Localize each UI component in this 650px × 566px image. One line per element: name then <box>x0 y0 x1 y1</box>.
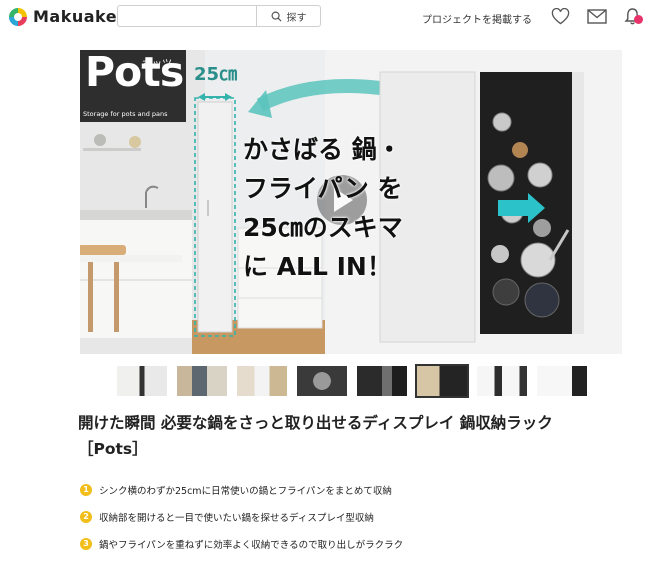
width-unit: ㎝ <box>219 64 238 85</box>
width-label: 25㎝ <box>194 60 237 86</box>
search-button-label: 探す <box>286 12 307 24</box>
thumbnail-4[interactable] <box>297 366 347 396</box>
pots-logo-tagline: Storage for pots and pans <box>83 110 168 118</box>
point-text: シンク横のわずか25cmに日常使いの鍋とフライパンをまとめて収納 <box>99 485 392 497</box>
search-icon <box>271 11 282 22</box>
headline-line-3: 25㎝のスキマ <box>243 213 403 242</box>
notification-badge <box>634 15 643 24</box>
point-text: 収納部を開けると一目で使いたい鍋を探せるディスプレイ型収納 <box>99 512 374 524</box>
project-title: 開けた瞬間 必要な鍋をさっと取り出せるディスプレイ 鍋収納ラック ［Pots］ <box>78 414 553 458</box>
makuake-logo-mark <box>9 7 27 26</box>
search-input[interactable] <box>117 5 257 27</box>
feature-point: 2 収納部を開けると一目で使いたい鍋を探せるディスプレイ型収納 <box>80 503 403 530</box>
search-button[interactable]: 探す <box>257 5 321 27</box>
thumbnail-7[interactable] <box>477 366 527 396</box>
width-value: 25 <box>194 64 220 85</box>
headline-line-2: フライパン を <box>243 174 403 203</box>
pots-logo-box: Pots ポッツ Storage for pots and pans <box>80 50 186 122</box>
heart-icon[interactable] <box>551 8 570 25</box>
site-header: Makuake 探す プロジェクトを掲載する <box>0 0 650 38</box>
post-project-link[interactable]: プロジェクトを掲載する <box>422 11 532 26</box>
feature-point: 1 シンク横のわずか25cmに日常使いの鍋とフライパンをまとめて収納 <box>80 476 403 503</box>
point-number-badge: 3 <box>80 537 92 550</box>
headline-line-1: かさばる 鍋・ <box>243 135 402 164</box>
point-number-badge: 2 <box>80 510 92 523</box>
makuake-logo[interactable]: Makuake <box>9 7 117 26</box>
point-text: 鍋やフライパンを重ねずに効率よく収納できるので取り出しがラクラク <box>99 539 404 551</box>
feature-point: 3 鍋やフライパンを重ねずに効率よく収納できるので取り出しがラクラク <box>80 530 403 557</box>
thumbnail-strip <box>117 364 597 398</box>
thumbnail-6[interactable] <box>415 364 469 398</box>
hero-headline: かさばる 鍋・ フライパン を 25㎝のスキマ に ALL IN！ <box>243 130 483 286</box>
project-hero-image[interactable]: Pots ポッツ Storage for pots and pans 25㎝ か… <box>80 50 622 354</box>
thumbnail-1[interactable] <box>117 366 167 396</box>
thumbnail-8[interactable] <box>537 366 587 396</box>
mail-icon[interactable] <box>587 9 607 24</box>
thumbnail-3[interactable] <box>237 366 287 396</box>
pots-logo-kana: ポッツ <box>142 59 172 70</box>
thumbnail-2[interactable] <box>177 366 227 396</box>
point-number-badge: 1 <box>80 483 92 496</box>
thumbnail-5[interactable] <box>357 366 407 396</box>
brand-name: Makuake <box>33 7 118 26</box>
headline-line-4: に ALL IN！ <box>243 252 392 281</box>
feature-points: 1 シンク横のわずか25cmに日常使いの鍋とフライパンをまとめて収納 2 収納部… <box>80 476 403 557</box>
